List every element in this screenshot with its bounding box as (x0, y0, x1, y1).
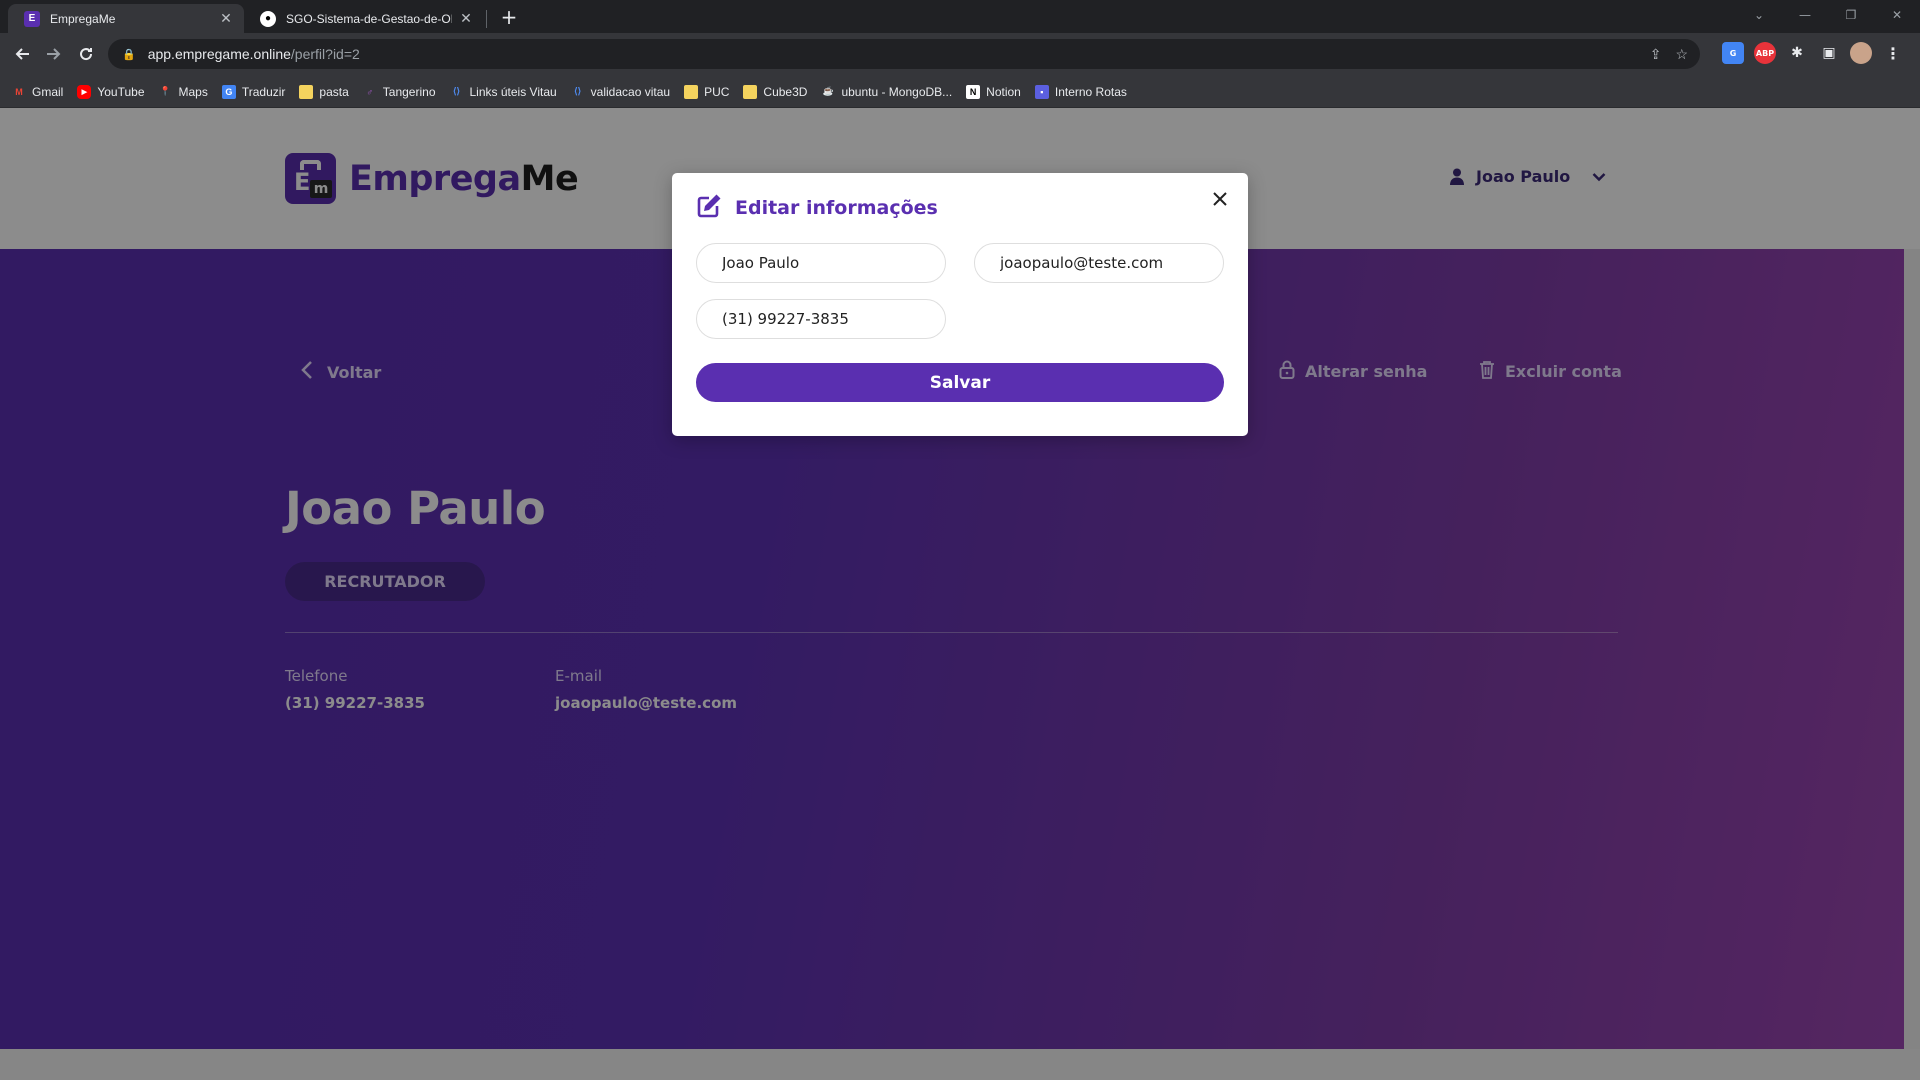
bookmark-notion[interactable]: N Notion (966, 84, 1021, 99)
bookmark-ubuntu-mongodb[interactable]: ☕ ubuntu - MongoDB... (821, 85, 952, 99)
reload-icon[interactable] (74, 42, 98, 66)
github-favicon-icon: ● (260, 10, 276, 27)
emprega-favicon-icon: E (24, 10, 40, 27)
adblock-extension-icon[interactable]: ABP (1754, 42, 1776, 64)
modal-title-text: Editar informações (735, 196, 938, 219)
email-field[interactable] (974, 243, 1224, 283)
tab-separator (486, 10, 487, 28)
bookmark-traduzir[interactable]: G Traduzir (221, 84, 285, 99)
bookmark-links-vitau[interactable]: ⟨⟩ Links úteis Vitau (450, 85, 557, 99)
tab-title: EmpregaMe (50, 11, 116, 26)
profile-avatar-icon[interactable] (1850, 42, 1872, 64)
bookmarks-bar: M Gmail ▶ YouTube 📍 Maps G Traduzir pasta ♂ T… (0, 76, 1920, 108)
forward-arrow-icon[interactable] (42, 42, 66, 66)
youtube-icon: ▶ (77, 84, 92, 99)
tab-empregame[interactable]: E EmpregaMe ✕ (8, 4, 244, 33)
bookmark-cube3d[interactable]: Cube3D (743, 84, 807, 99)
rotas-icon: ▪ (1034, 84, 1049, 99)
bookmark-interno-rotas[interactable]: ▪ Interno Rotas (1034, 84, 1127, 99)
browser-toolbar: 🔒 app.empregame.online/perfil?id=2 ⇪ ☆ G… (0, 33, 1920, 76)
close-icon[interactable]: ✕ (458, 10, 474, 27)
lock-icon[interactable]: 🔒 (122, 48, 136, 61)
close-icon[interactable]: ✕ (218, 10, 234, 27)
new-tab-button[interactable]: + (498, 7, 520, 29)
share-icon[interactable]: ⇪ (1650, 46, 1662, 63)
translate-icon: G (221, 84, 236, 99)
extensions-area: G ABP ✱ ▣ ⋮ (1722, 42, 1904, 64)
folder-icon (299, 84, 314, 99)
bookmark-tangerino[interactable]: ♂ Tangerino (363, 85, 435, 99)
back-arrow-icon[interactable] (10, 42, 34, 66)
window-controls: ⌄ — ❐ ✕ (1736, 0, 1920, 30)
bookmark-validacao-vitau[interactable]: ⟨⟩ validacao vitau (571, 85, 670, 99)
tab-strip: E EmpregaMe ✕ ● SGO-Sistema-de-Gestao-de… (0, 0, 1920, 33)
window-close-icon[interactable]: ✕ (1874, 0, 1920, 30)
java-icon: ☕ (822, 86, 835, 96)
bookmark-gmail[interactable]: M Gmail (12, 85, 63, 99)
url-path: /perfil?id=2 (290, 46, 360, 62)
close-icon[interactable] (1210, 189, 1230, 209)
name-field[interactable] (696, 243, 946, 283)
kebab-menu-icon[interactable]: ⋮ (1882, 42, 1904, 64)
notion-icon: N (966, 84, 981, 99)
tab-title: SGO-Sistema-de-Gestao-de-ON (286, 11, 452, 26)
edit-icon (697, 192, 723, 223)
save-button[interactable]: Salvar (696, 363, 1224, 402)
bookmark-puc[interactable]: PUC (684, 84, 729, 99)
vitau-icon: ⟨⟩ (574, 86, 582, 96)
vitau-icon: ⟨⟩ (452, 86, 461, 96)
edit-info-modal: Editar informações Salvar (672, 173, 1248, 436)
tangerino-icon: ♂ (366, 86, 374, 97)
minimize-icon[interactable]: — (1782, 0, 1828, 30)
modal-title: Editar informações (697, 192, 938, 223)
restore-icon[interactable]: ❐ (1828, 0, 1874, 30)
side-panel-icon[interactable]: ▣ (1818, 42, 1840, 64)
gmail-icon: M (15, 86, 23, 97)
puzzle-extensions-icon[interactable]: ✱ (1786, 42, 1808, 64)
folder-icon (684, 84, 699, 99)
bookmark-maps[interactable]: 📍 Maps (159, 85, 208, 99)
bookmark-pasta[interactable]: pasta (299, 84, 349, 99)
phone-field[interactable] (696, 299, 946, 339)
bookmark-youtube[interactable]: ▶ YouTube (77, 84, 145, 99)
tab-github[interactable]: ● SGO-Sistema-de-Gestao-de-ON ✕ (244, 4, 484, 33)
url-host: app.empregame.online (147, 46, 291, 62)
translate-extension-icon[interactable]: G (1722, 42, 1744, 64)
tab-search-icon[interactable]: ⌄ (1736, 0, 1782, 30)
bookmark-star-icon[interactable]: ☆ (1675, 46, 1688, 63)
address-bar[interactable]: 🔒 app.empregame.online/perfil?id=2 ⇪ ☆ (108, 39, 1700, 69)
maps-icon: 📍 (159, 86, 172, 96)
folder-icon (743, 84, 758, 99)
